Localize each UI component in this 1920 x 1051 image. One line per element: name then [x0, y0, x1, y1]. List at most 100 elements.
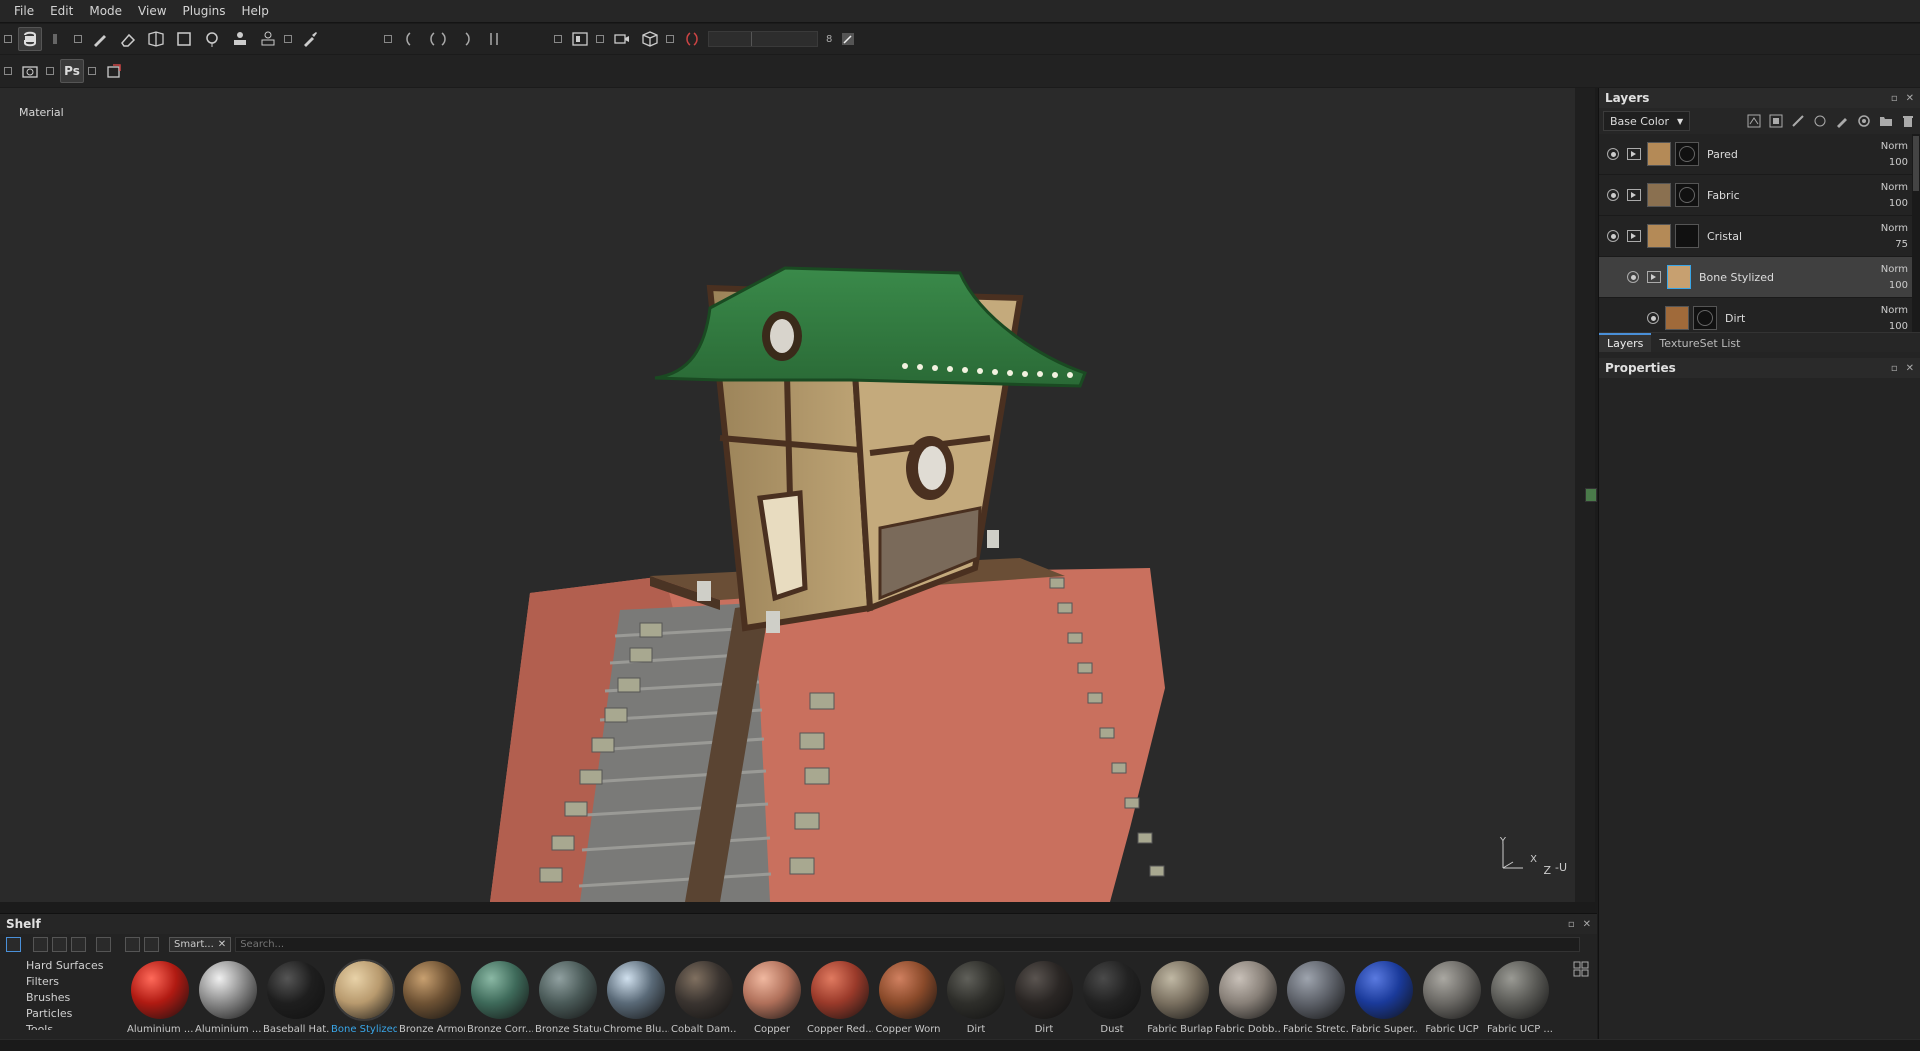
layer-row-cristal[interactable]: Cristal Norm 75 [1599, 216, 1920, 257]
close-icon[interactable]: ✕ [1583, 919, 1591, 930]
screenshot-icon[interactable] [18, 59, 42, 83]
color-picker-icon[interactable] [298, 27, 322, 51]
menu-help[interactable]: Help [234, 0, 277, 23]
menu-plugins[interactable]: Plugins [175, 0, 234, 23]
projection-icon[interactable] [144, 27, 168, 51]
reset-filter-icon[interactable] [144, 936, 159, 952]
popout-icon[interactable] [88, 67, 96, 75]
add-mask-icon[interactable] [1767, 113, 1784, 130]
popout-icon[interactable] [384, 35, 392, 43]
polygon-fill-icon[interactable] [172, 27, 196, 51]
view-2d3d-icon[interactable] [568, 27, 592, 51]
brush-size-icon[interactable] [680, 27, 704, 51]
menu-mode[interactable]: Mode [81, 0, 130, 23]
eraser-icon[interactable] [116, 27, 140, 51]
shelf-material-item[interactable]: Fabric UCP [1418, 958, 1486, 1038]
shelf-import-icon[interactable] [52, 936, 67, 952]
popout-icon[interactable] [46, 67, 54, 75]
symmetry-y-icon[interactable] [426, 27, 450, 51]
layer-blend-opacity[interactable]: Norm 100 [1881, 139, 1908, 171]
logo-tool-button[interactable] [18, 27, 42, 51]
shelf-material-item[interactable]: Dirt [942, 958, 1010, 1038]
popout-icon[interactable] [4, 67, 12, 75]
grid-view-icon[interactable] [1573, 961, 1589, 977]
visibility-eye-icon[interactable] [1647, 312, 1659, 324]
smudge-icon[interactable] [200, 27, 224, 51]
layer-mask-thumbnail[interactable] [1675, 224, 1699, 248]
shelf-category-item[interactable]: Particles [6, 1006, 116, 1022]
send-to-icon[interactable] [102, 59, 126, 83]
visibility-eye-icon[interactable] [1607, 230, 1619, 242]
filter-tag[interactable]: Smart... ✕ [169, 936, 232, 952]
shelf-new-folder-icon[interactable] [33, 936, 48, 952]
layer-row-bone-stylized[interactable]: Bone Stylized Norm 100 [1599, 257, 1920, 298]
shelf-search-input[interactable] [235, 936, 1581, 952]
shelf-material-item[interactable]: Copper Worn [874, 958, 942, 1038]
folder-collapsed-icon[interactable] [1627, 148, 1641, 160]
layer-blend-opacity[interactable]: Norm 100 [1881, 303, 1908, 332]
channel-select[interactable]: Base Color ▼ [1603, 111, 1691, 131]
folder-expanded-icon[interactable] [1647, 271, 1661, 283]
shelf-material-item[interactable]: Copper Red... [806, 958, 874, 1038]
layer-row-dirt[interactable]: Dirt Norm 100 [1599, 298, 1920, 332]
popout-icon[interactable] [554, 35, 562, 43]
popout-icon[interactable] [666, 35, 674, 43]
folder-collapsed-icon[interactable] [1627, 189, 1641, 201]
shelf-category-item[interactable]: Filters [6, 974, 116, 990]
shelf-material-item[interactable]: Bronze Corr... [466, 958, 534, 1038]
layer-blend-opacity[interactable]: Norm 100 [1881, 180, 1908, 212]
delete-layer-icon[interactable] [1899, 113, 1916, 130]
symmetry-x-icon[interactable] [398, 27, 422, 51]
photoshop-export-button[interactable]: Ps [60, 59, 84, 83]
add-fill-layer-icon[interactable] [1811, 113, 1828, 130]
shelf-category-item[interactable]: Tools [6, 1022, 116, 1030]
symmetry-radial-icon[interactable] [482, 27, 506, 51]
clone-stamp-icon[interactable] [228, 27, 252, 51]
popout-icon[interactable] [74, 35, 82, 43]
menu-file[interactable]: File [6, 0, 42, 23]
menu-edit[interactable]: Edit [42, 0, 81, 23]
texture-thumbnail-icon[interactable] [1585, 488, 1597, 502]
shelf-material-item[interactable]: Fabric Burlap [1146, 958, 1214, 1038]
add-paint-layer-icon[interactable] [1833, 113, 1850, 130]
layer-blend-opacity[interactable]: Norm 75 [1881, 221, 1908, 253]
brush-size-slider[interactable] [708, 31, 818, 47]
visibility-eye-icon[interactable] [1607, 148, 1619, 160]
shelf-material-item[interactable]: Bronze Statue [534, 958, 602, 1038]
shelf-material-item[interactable]: Aluminium ... [126, 958, 194, 1038]
shelf-material-item[interactable]: Copper [738, 958, 806, 1038]
tab-layers[interactable]: Layers [1599, 333, 1652, 352]
filter-icon[interactable] [125, 936, 140, 952]
shelf-material-item[interactable]: Fabric Super... [1350, 958, 1418, 1038]
shelf-material-item[interactable]: Fabric UCP ... [1486, 958, 1554, 1038]
float-icon[interactable]: ▫ [1568, 919, 1575, 930]
clear-filter-icon[interactable]: ✕ [218, 939, 226, 950]
material-picker-icon[interactable] [256, 27, 280, 51]
layer-mask-thumbnail[interactable] [1675, 183, 1699, 207]
layer-row-pared[interactable]: Pared Norm 100 [1599, 134, 1920, 175]
camera-icon[interactable] [610, 27, 634, 51]
paint-brush-icon[interactable] [88, 27, 112, 51]
close-icon[interactable]: ✕ [1906, 93, 1914, 104]
shelf-material-item[interactable]: Bone Stylized [330, 958, 398, 1038]
folder-expanded-icon[interactable] [1627, 230, 1641, 242]
shelf-material-item[interactable]: Fabric Dobb... [1214, 958, 1282, 1038]
add-folder-icon[interactable] [1877, 113, 1894, 130]
tab-textureset-list[interactable]: TextureSet List [1651, 335, 1748, 352]
shelf-material-item[interactable]: Dirt [1010, 958, 1078, 1038]
shelf-list-icon[interactable] [71, 936, 86, 952]
popout-icon[interactable] [4, 35, 12, 43]
shelf-material-item[interactable]: Baseball Hat... [262, 958, 330, 1038]
menu-view[interactable]: View [130, 0, 174, 23]
float-icon[interactable]: ▫ [1891, 363, 1898, 374]
visibility-eye-icon[interactable] [1627, 271, 1639, 283]
cube-view-icon[interactable] [638, 27, 662, 51]
shelf-material-item[interactable]: Aluminium ... [194, 958, 262, 1038]
layer-blend-opacity[interactable]: Norm 100 [1881, 262, 1908, 294]
shelf-category-item[interactable]: Hard Surfaces [6, 958, 116, 974]
layer-mask-thumbnail[interactable] [1675, 142, 1699, 166]
add-effect-icon[interactable] [1745, 113, 1762, 130]
shelf-folder-icon[interactable] [6, 936, 21, 952]
pen-pressure-icon[interactable] [836, 27, 860, 51]
float-icon[interactable]: ▫ [1891, 93, 1898, 104]
